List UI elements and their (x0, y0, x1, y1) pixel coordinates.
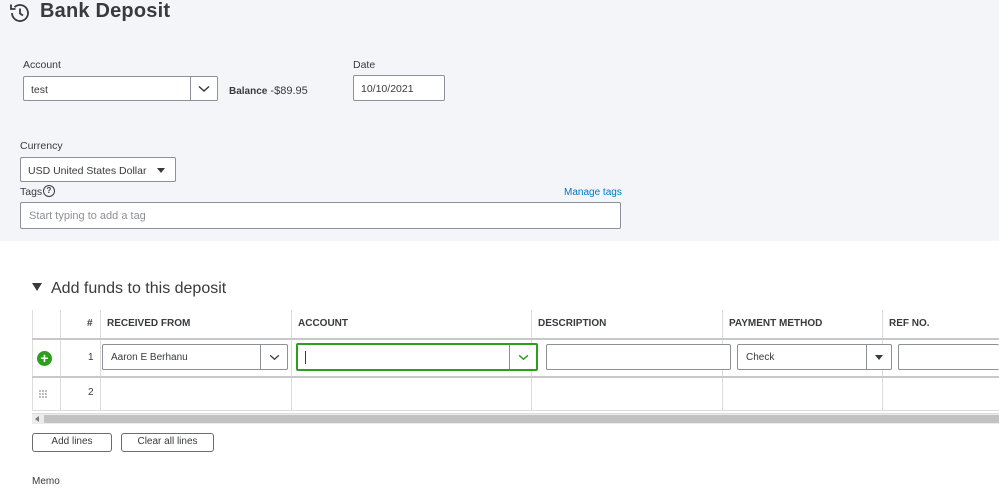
account-select[interactable]: test (23, 76, 218, 101)
chevron-down-icon (269, 354, 279, 360)
tags-placeholder: Start typing to add a tag (29, 210, 146, 222)
balance-value: -$89.95 (270, 85, 308, 97)
payment-method-value: Check (746, 352, 775, 363)
col-header-account: ACCOUNT (298, 318, 348, 329)
account-value: test (31, 84, 48, 96)
ref-no-input[interactable] (898, 344, 999, 370)
divider (291, 310, 292, 410)
chevron-down-icon (198, 85, 210, 92)
col-header-payment-method: PAYMENT METHOD (729, 318, 823, 329)
add-funds-section-toggle[interactable]: Add funds to this deposit (32, 280, 226, 298)
received-from-select[interactable]: Aaron E Berhanu (102, 344, 288, 370)
tags-label: Tags (20, 186, 43, 198)
description-input[interactable] (546, 344, 731, 370)
account-dropdown-button[interactable] (190, 77, 217, 100)
caret-down-icon (875, 354, 883, 360)
manage-tags-link[interactable]: Manage tags (564, 187, 622, 198)
currency-value: USD United States Dollar (28, 165, 147, 177)
tags-input[interactable]: Start typing to add a tag (20, 202, 621, 229)
account-cell-select[interactable] (296, 343, 538, 371)
caret-down-icon (157, 168, 165, 173)
payment-method-select[interactable]: Check (737, 344, 892, 370)
col-header-received-from: RECEIVED FROM (107, 318, 191, 329)
drag-handle-icon[interactable] (38, 389, 48, 399)
scroll-left-icon[interactable] (35, 416, 39, 422)
section-title: Add funds to this deposit (51, 280, 227, 297)
currency-select[interactable]: USD United States Dollar (20, 157, 176, 182)
payment-method-dropdown-button[interactable] (866, 345, 891, 369)
col-header-description: DESCRIPTION (538, 318, 607, 329)
divider (100, 310, 101, 410)
col-header-ref-no: REF NO. (889, 318, 930, 329)
account-label: Account (23, 59, 61, 71)
chevron-down-icon (518, 354, 528, 360)
currency-label: Currency (20, 140, 63, 152)
clock-refresh-icon (10, 4, 29, 22)
balance-label: Balance (229, 86, 268, 97)
divider (32, 338, 999, 340)
divider (32, 376, 999, 378)
col-header-number: # (87, 318, 93, 329)
horizontal-scrollbar[interactable] (32, 413, 999, 424)
caret-down-icon (32, 283, 42, 291)
memo-label: Memo (32, 476, 60, 487)
clear-all-lines-button[interactable]: Clear all lines (121, 433, 214, 452)
help-icon[interactable]: ? (43, 185, 55, 197)
table-header: # RECEIVED FROM ACCOUNT DESCRIPTION PAYM… (32, 310, 999, 338)
date-label: Date (353, 59, 376, 71)
account-cell-dropdown-button[interactable] (509, 345, 536, 369)
received-from-dropdown-button[interactable] (260, 345, 287, 369)
text-cursor (305, 351, 306, 364)
row-number: 2 (88, 387, 94, 398)
received-from-value: Aaron E Berhanu (111, 352, 188, 363)
account-balance: Balance -$89.95 (229, 85, 308, 97)
add-lines-button[interactable]: Add lines (32, 433, 112, 452)
page-title: Bank Deposit (40, 0, 171, 22)
date-value: 10/10/2021 (361, 83, 414, 95)
divider (60, 310, 61, 410)
scrollbar-thumb[interactable] (44, 415, 999, 423)
row-number: 1 (88, 352, 94, 363)
date-input[interactable]: 10/10/2021 (353, 75, 445, 101)
divider (32, 410, 999, 411)
add-row-icon[interactable]: + (37, 351, 52, 366)
divider (32, 310, 33, 410)
